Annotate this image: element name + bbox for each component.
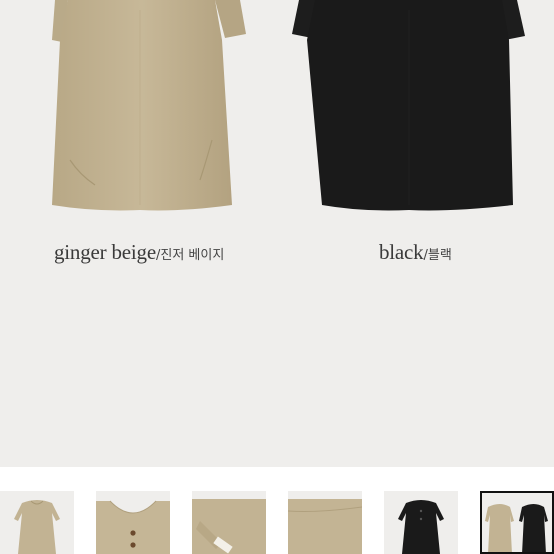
- thumbnail-beige-fabric[interactable]: [288, 491, 362, 554]
- product-image-panel: ginger beige/진저 베이지 black/블랙: [0, 0, 554, 467]
- thumbnail-beige-sleeve[interactable]: [192, 491, 266, 554]
- color-name-en: ginger beige: [54, 240, 156, 264]
- color-name-ko: /진저 베이지: [155, 248, 225, 263]
- beige-dress-image: [0, 0, 277, 230]
- color-name-ko: /블랙: [423, 248, 452, 263]
- product-black: black/블랙: [277, 0, 554, 264]
- product-beige: ginger beige/진저 베이지: [0, 0, 277, 264]
- black-dress-image: [277, 0, 554, 230]
- thumbnail-beige-collar[interactable]: [96, 491, 170, 554]
- thumbnail-both-colors[interactable]: [480, 491, 554, 554]
- thumbnail-strip: [0, 467, 554, 554]
- beige-color-label: ginger beige/진저 베이지: [54, 240, 224, 265]
- thumbnail-beige-front[interactable]: [0, 491, 74, 554]
- thumbnail-black-front[interactable]: [384, 491, 458, 554]
- color-name-en: black: [379, 240, 424, 264]
- black-color-label: black/블랙: [379, 240, 452, 265]
